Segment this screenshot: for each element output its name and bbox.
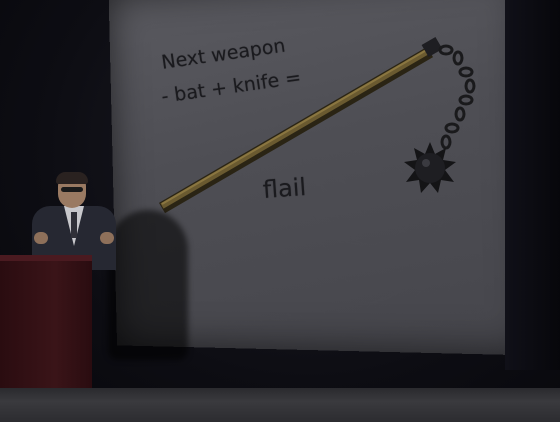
game-scene: Next weapon - bat + knife = flail <box>0 0 560 422</box>
stage-floor <box>0 388 560 422</box>
